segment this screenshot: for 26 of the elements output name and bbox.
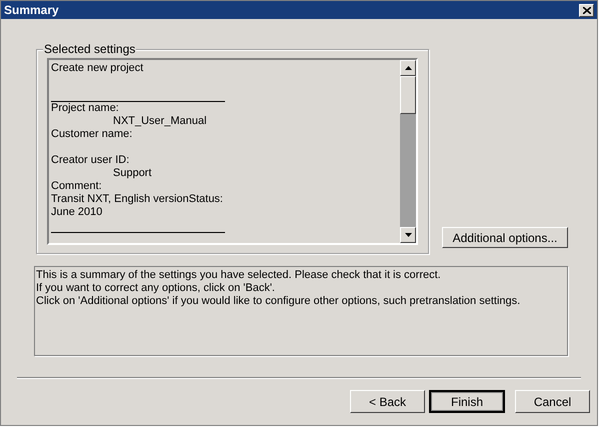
- up-arrow-icon: [404, 66, 412, 70]
- scroll-up-button[interactable]: [400, 60, 416, 76]
- scroll-down-button[interactable]: [400, 227, 416, 243]
- settings-line: Transit NXT, English versionStatus:: [51, 193, 223, 206]
- info-text: If you want to correct any options, click on 'Back'.: [36, 282, 275, 295]
- settings-line: Creator user ID:: [51, 154, 130, 167]
- info-text: This is a summary of the settings you have selected. Please check that it is correct.: [36, 269, 441, 282]
- dialog-button[interactable]: Cancel: [515, 390, 590, 413]
- window-title: Summary: [4, 2, 59, 19]
- info-text: Click on 'Additional options' if you would like to configure other options, such pretranslation settings.: [36, 295, 520, 308]
- close-icon: [582, 6, 590, 14]
- scrollbar[interactable]: [400, 60, 416, 243]
- dialog-button[interactable]: < Back: [350, 390, 425, 413]
- dialog-button[interactable]: Finish: [429, 390, 505, 413]
- additional-options-button[interactable]: Additional options...: [442, 227, 568, 248]
- settings-value: Support: [113, 167, 152, 180]
- group-label: Selected settings: [43, 42, 136, 56]
- settings-line: Create new project: [51, 62, 144, 75]
- settings-value: NXT_User_Manual: [113, 115, 207, 128]
- down-arrow-icon: [404, 233, 412, 237]
- settings-line: Customer name:: [51, 128, 132, 141]
- settings-line: Comment:: [51, 180, 102, 193]
- close-button[interactable]: [579, 4, 594, 16]
- settings-line: Project name:: [51, 102, 119, 115]
- settings-line: June 2010: [51, 206, 102, 219]
- scroll-thumb[interactable]: [400, 76, 416, 114]
